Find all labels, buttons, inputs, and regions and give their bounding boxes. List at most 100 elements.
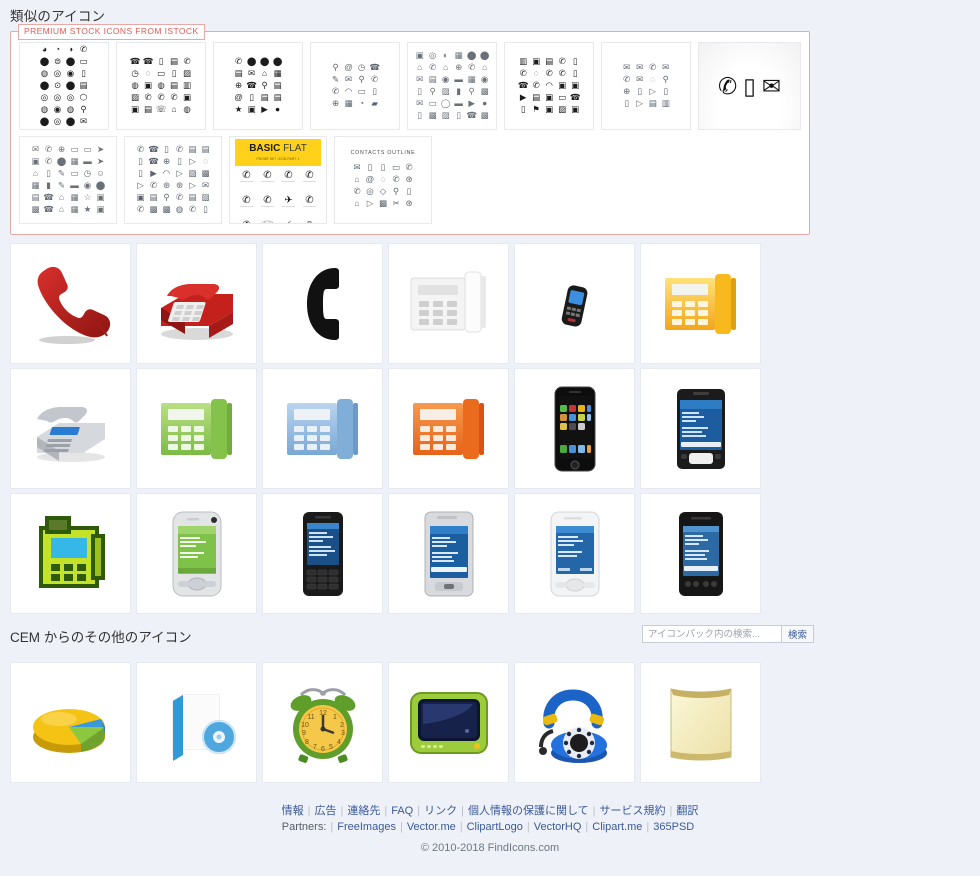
sheet-glyph: ✆: [144, 93, 152, 102]
partner-link[interactable]: FreeImages: [337, 821, 396, 833]
sheet-glyph: ▯: [138, 169, 143, 178]
icon-card[interactable]: [136, 662, 257, 783]
sheet-glyph: ◎: [66, 93, 75, 102]
contacts-outline-sheet[interactable]: CONTACTS OUTLINE ✉ ▯ ▯ ▭ ✆ ⌂ @ ◌ ✆ ⊛ ✆ ◎ ◇ ⚲ ▯ ⌂ ▷ ▩ ✂ ⊛: [334, 136, 432, 224]
icon-card[interactable]: [136, 368, 257, 489]
partner-link[interactable]: Vector.me: [407, 821, 456, 833]
icon-card[interactable]: [640, 493, 761, 614]
icon-card[interactable]: [640, 243, 761, 364]
partner-link[interactable]: ClipartLogo: [467, 821, 523, 833]
footer-link[interactable]: 個人情報の保護に関して: [468, 805, 589, 817]
sheet-glyph: ☎: [246, 81, 257, 90]
footer-link[interactable]: リンク: [424, 805, 457, 817]
icon-card[interactable]: [388, 493, 509, 614]
partner-link[interactable]: Clipart.me: [592, 821, 642, 833]
sheet-glyph: ▯: [300, 220, 319, 223]
footer-link[interactable]: 情報: [282, 805, 304, 817]
icon-card[interactable]: [10, 662, 131, 783]
footer-link[interactable]: 広告: [315, 805, 337, 817]
telephone-mixed-sheet[interactable]: ☎ ☎ ▯ ▤ ✆ ◷ ◌ ▭ ▯ ▨ ◍ ▣ ◍ ▤ ▥ ▨ ✆ ✆ ✆ ▣ ▣ ▤ ☏ ⌂ ◍: [116, 42, 207, 130]
footer-link[interactable]: 翻訳: [676, 805, 698, 817]
footer-separator: |: [526, 821, 530, 833]
svg-text:4: 4: [337, 739, 341, 746]
sheet-glyph: ▭: [391, 163, 401, 172]
office-gray-sheet[interactable]: ▣ ◎ ◐ ▦ ⬤ ⬤ ⌂ ✆ ⌂ ⊕ ✆ ⌂ ✉ ▤ ◉ ▬ ▦ ◉ ▯ ⚲ ▨ ▮ ⚲ ▩ ✉ ▭ ◯ ▬ ▶ ● ▯ ▩ ▨ ▯ ☎ ▩: [407, 42, 498, 130]
communication-mini-sheet[interactable]: ✉ ✆ ⊕ ▭ ▭ ➤ ▣ ✆ ⬤ ▦ ▬ ➤ ⌂ ▯ ✎ ▭ ◷ ☺ ▦ ▮ ✎ ▬ ◉ ⬤ ▤ ☎ ⌂ ▦ ☆ ▣ ▩ ☎ ⌂ ▦ ★ ▣: [19, 136, 117, 224]
sheet-glyph: ☏: [155, 105, 167, 114]
partner-link[interactable]: 365PSD: [653, 821, 694, 833]
sheet-glyph: ⬤: [65, 117, 76, 126]
parchment-note-icon: [653, 675, 749, 771]
sheet-wrap: ☎ ☎ ▯ ▤ ✆ ◷ ◌ ▭ ▯ ▨ ◍ ▣ ◍ ▤ ▥ ▨ ✆ ✆ ✆ ▣ ▣ ▤ ☏ ⌂ ◍: [117, 54, 205, 118]
blue-rotary-phone-icon: [527, 675, 623, 771]
icon-card[interactable]: [388, 662, 509, 783]
icon-card[interactable]: [514, 493, 635, 614]
partner-link[interactable]: VectorHQ: [534, 821, 582, 833]
sheet-glyph: ◎: [53, 93, 62, 102]
icon-card[interactable]: [640, 662, 761, 783]
sheet-glyph: ✆: [649, 63, 657, 72]
sheet-glyph: ✉: [623, 63, 631, 72]
icon-card[interactable]: [514, 243, 635, 364]
icon-card[interactable]: [10, 368, 131, 489]
search-input[interactable]: [641, 625, 781, 643]
icon-card[interactable]: [388, 368, 509, 489]
icon-card[interactable]: [514, 662, 635, 783]
footer-link[interactable]: サービス規約: [599, 805, 665, 817]
hero-glyph: ✆: [717, 72, 738, 99]
icon-card[interactable]: [10, 243, 131, 364]
sheet-glyph: ✆: [188, 205, 197, 214]
sheet-glyph: ▯: [406, 187, 412, 196]
contact-hero-banner[interactable]: ✆ ▯ ✉: [698, 42, 801, 130]
sheet-glyph: ▯: [158, 57, 164, 66]
icon-card[interactable]: [262, 243, 383, 364]
search-button[interactable]: 検索: [780, 625, 814, 643]
premium-thumbnail-row-2: ✉ ✆ ⊕ ▭ ▭ ➤ ▣ ✆ ⬤ ▦ ▬ ➤ ⌂ ▯ ✎ ▭ ◷ ☺ ▦ ▮ ✎ ▬ ◉ ⬤ ▤ ☎ ⌂ ▦ ☆ ▣ ▩ ☎ ⌂ ▦ ★ ▣ ✆ ☎ ▯ ✆…: [19, 136, 801, 224]
sheet-glyph: ☆: [83, 193, 92, 202]
footer-link[interactable]: FAQ: [391, 805, 413, 817]
sheet-glyph: ▬: [454, 75, 463, 84]
icon-card[interactable]: [262, 493, 383, 614]
icon-card[interactable]: [136, 243, 257, 364]
sheet-glyph: ◍: [131, 81, 139, 90]
icon-card[interactable]: 12 1 2 3 4567 8 9 10 11: [262, 662, 383, 783]
icon-card[interactable]: [262, 368, 383, 489]
sheet-glyph: ✆: [237, 170, 256, 193]
footer-link[interactable]: 連絡先: [347, 805, 380, 817]
sheet-glyph: ⬤: [479, 51, 490, 60]
sheet-glyph: ✉: [201, 181, 210, 190]
sheet-glyph: ▭: [157, 69, 166, 78]
icon-card[interactable]: [136, 493, 257, 614]
sheet-glyph: ✆: [175, 145, 184, 154]
contact-bold-sheet[interactable]: ✆ ⬤ ⬤ ⬤ ▤ ✉ ⌂ ▦ ⊕ ☎ ⚲ ▤ @ ▯ ▤ ▤ ★ ▣ ▶ ●: [213, 42, 304, 130]
sheet-glyph: @: [234, 93, 243, 102]
svg-text:3: 3: [341, 730, 345, 737]
sheet-glyph: ◔: [359, 99, 365, 108]
icon-card[interactable]: [10, 493, 131, 614]
sheet-glyph: ▯: [572, 57, 578, 66]
cem-header: CEM からのその他のアイコン 検索: [0, 625, 980, 655]
sheet-glyph: ⊛: [162, 181, 171, 190]
sheet-glyph: ▤: [170, 81, 179, 90]
sheet-glyph: ▭: [79, 57, 88, 66]
basic-flat-banner[interactable]: BASIC FLAT PHONE SET ICON PART 1 ✆ ✆ ✆ ✆ ✆…: [229, 136, 327, 224]
devices-sheet[interactable]: ▥ ▣ ▤ ✆ ▯ ✆ ◌ ✆ ✆ ▯ ☎ ✆ ◠ ▣ ▣ ▶ ▤ ▣ ▭ ☎ ▯ ⚑ ▣ ▨ ▣: [504, 42, 595, 130]
phone-circles-sheet[interactable]: ◕ ◔ ◑ ✆ ⬤ ⊜ ⬤ ▭ ◍ ◎ ◉ ▯ ⬤ ⊙ ⬤ ▤ ◎ ◎ ◎ ⬡ ◍ ◉ ◍ ⚲ ⬤ ◎ ⬤ ✉: [19, 42, 110, 130]
svg-text:2: 2: [340, 722, 344, 729]
icon-card[interactable]: [640, 368, 761, 489]
sheet-glyph: ⌂: [443, 63, 449, 72]
contact-outline-sheet[interactable]: ⚲ @ ◷ ☎ ✎ ✉ ⚲ ✆ ✆ ◠ ▭ ▯ ⊕ ▦ ◔ ▰: [310, 42, 401, 130]
sheet-glyph: ▭: [70, 169, 79, 178]
thin-line-sheet[interactable]: ✆ ☎ ▯ ✆ ▤ ▤ ▯ ☎ ⊕ ▯ ▷ ◌ ▯ ▶ ◠ ▷ ▨ ▩ ▷ ✆ ⊛ ⊛ ▷ ✉ ▣ ▤ ⚲ ✆ ▤ ▨ ✆ ▩ ▩ ◍ ✆ ▯: [124, 136, 222, 224]
icon-card[interactable]: [514, 368, 635, 489]
sheet-wrap: ▥ ▣ ▤ ✆ ▯ ✆ ◌ ✆ ✆ ▯ ☎ ✆ ◠ ▣ ▣ ▶ ▤ ▣ ▭ ☎ ▯ ⚑ ▣ ▨ ▣: [505, 54, 593, 118]
sheet-glyph: ▤: [170, 57, 179, 66]
sheet-wrap: CONTACTS OUTLINE ✉ ▯ ▯ ▭ ✆ ⌂ @ ◌ ✆ ⊛ ✆ ◎ ◇ ⚲ ▯ ⌂ ▷ ▩ ✂ ⊛: [335, 148, 431, 212]
premium-stock-inner: ◕ ◔ ◑ ✆ ⬤ ⊜ ⬤ ▭ ◍ ◎ ◉ ▯ ⬤ ⊙ ⬤ ▤ ◎ ◎ ◎ ⬡ ◍ ◉ ◍ ⚲ ⬤ ◎ ⬤ ✉ ☎ ☎ ▯ ▤ ✆ ◷ ◌ ▭ ▯ ▨ ◍ ▣…: [11, 32, 809, 234]
sheet-glyph: ✎: [57, 169, 66, 178]
mail-outline-sheet[interactable]: ✉ ✉ ✆ ✉ ✆ ✉ ◌ ⚲ ⊕ ▯ ▷ ▯ ▯ ▷ ▤ ▥: [601, 42, 692, 130]
sheet-glyph: ⌂: [171, 105, 177, 114]
sheet-glyph: ⚲: [468, 87, 475, 96]
icon-card[interactable]: [388, 243, 509, 364]
sheet-glyph: ▤: [79, 81, 88, 90]
